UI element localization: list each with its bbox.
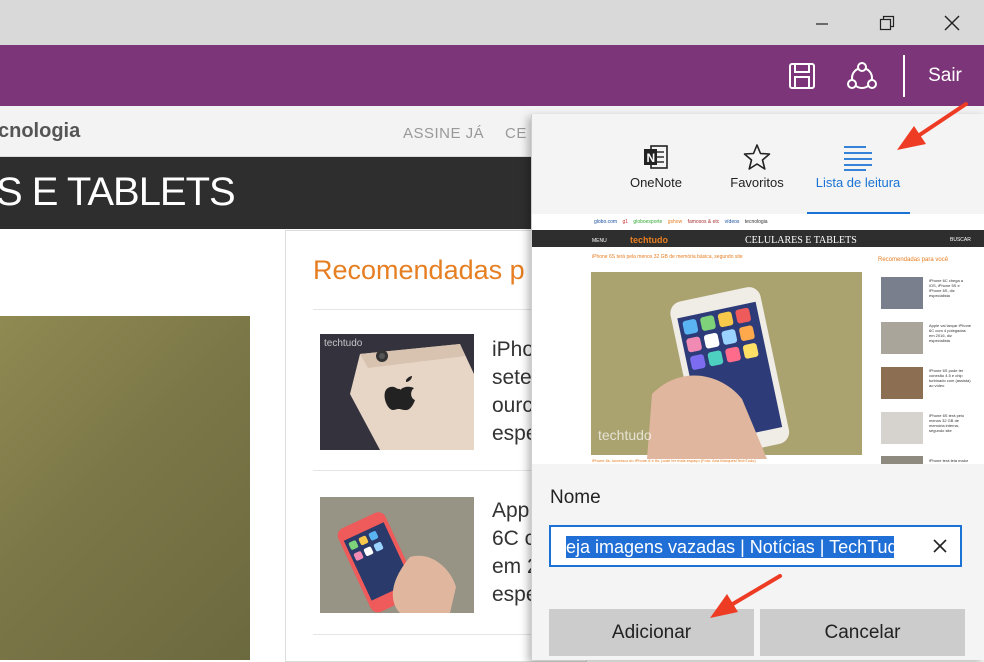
preview-brand: techtudo (630, 235, 668, 245)
article-photo (0, 316, 250, 660)
preview-watermark: techtudo (598, 427, 652, 443)
share-icon (847, 61, 877, 89)
share-button[interactable] (838, 45, 886, 106)
preview-headline: iPhone 6S terá pela menos 32 GB de memór… (592, 254, 743, 260)
iphone-back-image: techtudo (320, 334, 474, 450)
close-window-button[interactable] (929, 0, 975, 45)
tab-label: Favoritos (730, 175, 784, 190)
preview-rec-line: especialista (929, 293, 951, 298)
iphone-hand-image (320, 497, 474, 613)
toolbar-divider (903, 55, 905, 97)
name-input[interactable]: eja imagens vazadas | Notícias | TechTud… (549, 525, 962, 567)
cancel-button[interactable]: Cancelar (760, 609, 965, 656)
page-preview: globo.com g1 globoesporte gshow famosos … (532, 214, 984, 464)
close-icon (944, 15, 960, 30)
site-link[interactable]: CE (505, 125, 527, 142)
svg-text:N: N (647, 151, 656, 165)
tab-label: OneNote (629, 175, 683, 190)
star-icon (743, 144, 771, 170)
tab-label: Lista de leitura (815, 175, 901, 190)
preview-link: gshow (668, 219, 683, 225)
name-input-value: eja imagens vazadas | Notícias | TechTud… (566, 536, 894, 558)
preview-link: famosos & etc (688, 219, 720, 225)
onenote-icon: N (644, 145, 668, 169)
preview-rec-line: especialista (929, 338, 951, 343)
save-icon (789, 62, 815, 89)
preview-link: tecnologia (745, 219, 768, 225)
svg-text:techtudo: techtudo (324, 338, 363, 349)
site-section-title[interactable]: cnologia (0, 120, 80, 143)
preview-rec-line: iPhone terá tela maior (929, 458, 969, 463)
recommended-heading: Recomendadas p (313, 255, 525, 285)
recommended-thumbnail[interactable]: techtudo (320, 334, 474, 450)
exit-reading-button[interactable]: Sair (915, 45, 975, 106)
add-button[interactable]: Adicionar (549, 609, 754, 656)
save-button[interactable] (778, 45, 826, 106)
subscribe-link[interactable]: ASSINE JÁ (403, 125, 484, 142)
preview-link: globoesporte (633, 219, 662, 225)
category-title: S E TABLETS (0, 170, 236, 214)
reading-view-toolbar (0, 45, 984, 106)
minimize-icon (816, 22, 828, 25)
preview-rec-line: ao vídeo (929, 383, 945, 388)
clear-button[interactable] (930, 536, 950, 556)
preview-rec-heading: Recomendadas para você (878, 257, 949, 263)
preview-menu: MENU (592, 238, 607, 244)
recommended-thumbnail[interactable] (320, 497, 474, 613)
reading-list-icon (844, 146, 872, 171)
page-preview-image: globo.com g1 globoesporte gshow famosos … (532, 214, 984, 464)
tab-favorites[interactable]: Favoritos (702, 142, 812, 190)
restore-button[interactable] (864, 0, 910, 45)
preview-search: BUSCAR (950, 237, 971, 243)
preview-link: g1 (622, 219, 628, 225)
close-icon (933, 539, 947, 553)
tab-onenote[interactable]: N OneNote (601, 142, 711, 190)
preview-caption: iPhone 6s, sucessor do iPhone 6 e 6s, po… (592, 458, 756, 463)
preview-link: globo.com (594, 219, 617, 225)
preview-category: CELULARES E TABLETS (745, 235, 857, 246)
minimize-button[interactable] (799, 0, 845, 45)
restore-icon (879, 15, 895, 30)
tab-reading-list[interactable]: Lista de leitura (803, 142, 913, 190)
name-label: Nome (550, 487, 601, 508)
preview-rec-line: segundo site (929, 428, 952, 433)
preview-link: vídeos (725, 219, 740, 225)
